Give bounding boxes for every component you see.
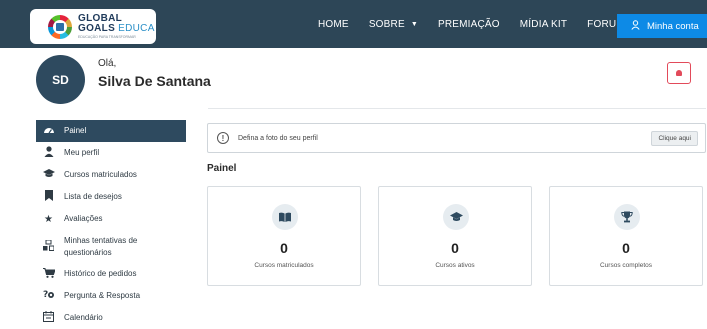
question-answer-icon: ? xyxy=(42,289,55,303)
sidebar-item-calendario[interactable]: Calendário xyxy=(36,307,186,329)
globe-logo-icon xyxy=(48,14,72,39)
bookmark-icon xyxy=(42,190,55,204)
avatar-initials: SD xyxy=(52,72,69,87)
user-name: Silva De Santana xyxy=(98,73,211,89)
sidebar-item-historico-pedidos[interactable]: Histórico de pedidos xyxy=(36,263,186,285)
trophy-icon xyxy=(614,204,640,230)
greeting-text: Olá, xyxy=(98,58,117,69)
top-navbar: GLOBAL GOALS EDUCA EDUCAÇÃO PARA TRANSFO… xyxy=(0,0,707,48)
nav-sobre-label: SOBRE xyxy=(368,18,405,30)
stat-card-completed: 0 Cursos completos xyxy=(549,186,703,286)
info-icon: ! xyxy=(217,132,229,144)
sidebar-item-lista-de-desejos[interactable]: Lista de desejos xyxy=(36,186,186,208)
nav-home-label: HOME xyxy=(318,18,349,30)
nav-midia-kit[interactable]: MÍDIA KIT xyxy=(520,19,567,30)
my-account-button[interactable]: Minha conta xyxy=(617,14,707,38)
sidebar-item-painel[interactable]: Painel xyxy=(36,120,186,142)
site-logo[interactable]: GLOBAL GOALS EDUCA EDUCAÇÃO PARA TRANSFO… xyxy=(30,9,156,44)
sidebar-item-label: Cursos matriculados xyxy=(64,170,137,180)
logo-text: GLOBAL GOALS EDUCA EDUCAÇÃO PARA TRANSFO… xyxy=(78,13,155,40)
book-open-icon xyxy=(272,204,298,230)
user-icon xyxy=(42,146,55,160)
sidebar-item-pergunta-resposta[interactable]: ? Pergunta & Resposta xyxy=(36,285,186,307)
stat-card-enrolled: 0 Cursos matriculados xyxy=(207,186,361,286)
sidebar-item-label: Lista de desejos xyxy=(64,192,122,202)
graduation-cap-icon xyxy=(42,169,55,181)
nav-premiacao[interactable]: PREMIAÇÃO xyxy=(438,19,500,30)
dashboard-sidebar: Painel Meu perfil Cursos matriculados Li… xyxy=(36,120,186,329)
sidebar-item-tentativas-questionarios[interactable]: Minhas tentativas de questionários xyxy=(36,230,186,263)
alert-text: Defina a foto do seu perfil xyxy=(238,134,318,142)
sidebar-item-label: Pergunta & Resposta xyxy=(64,291,141,301)
logo-educa: EDUCA xyxy=(118,22,155,34)
calendar-icon xyxy=(42,311,55,325)
nav-midia-kit-label: MÍDIA KIT xyxy=(519,18,568,30)
stat-value: 0 xyxy=(280,240,288,256)
header-divider xyxy=(208,108,706,109)
logo-line2: GOALS EDUCA xyxy=(78,22,155,34)
notifications-button[interactable] xyxy=(667,62,691,84)
my-account-label: Minha conta xyxy=(647,20,699,32)
cart-icon xyxy=(42,267,56,281)
stat-caption: Cursos matriculados xyxy=(254,262,314,269)
sidebar-item-label: Meu perfil xyxy=(64,148,100,158)
sidebar-item-label: Painel xyxy=(64,126,87,136)
logo-tagline: EDUCAÇÃO PARA TRANSFORMAR xyxy=(78,34,136,39)
sidebar-item-label: Minhas tentativas de questionários xyxy=(64,235,138,257)
main-nav: HOME SOBRE ▼ PREMIAÇÃO MÍDIA KIT FORUM xyxy=(318,0,645,48)
sidebar-item-avaliacoes[interactable]: ★ Avaliações xyxy=(36,208,186,230)
stat-value: 0 xyxy=(451,240,459,256)
star-icon: ★ xyxy=(44,213,53,225)
stat-value: 0 xyxy=(622,240,630,256)
sidebar-item-label: Avaliações xyxy=(64,214,103,224)
bell-icon xyxy=(676,70,682,76)
chevron-down-icon: ▼ xyxy=(410,20,418,28)
nav-sobre[interactable]: SOBRE ▼ xyxy=(369,19,418,30)
sidebar-item-meu-perfil[interactable]: Meu perfil xyxy=(36,142,186,164)
set-photo-button[interactable]: Clique aqui xyxy=(651,131,698,146)
quiz-attempts-icon xyxy=(42,239,55,254)
stat-caption: Cursos ativos xyxy=(435,262,475,269)
page-title: Painel xyxy=(207,163,237,174)
sidebar-item-cursos-matriculados[interactable]: Cursos matriculados xyxy=(36,164,186,186)
dashboard-icon xyxy=(42,125,55,138)
graduation-cap-icon xyxy=(443,204,469,230)
sidebar-item-label: Histórico de pedidos xyxy=(64,269,137,279)
svg-text:?: ? xyxy=(43,290,48,300)
nav-home[interactable]: HOME xyxy=(318,19,349,30)
stat-card-active: 0 Cursos ativos xyxy=(378,186,532,286)
avatar[interactable]: SD xyxy=(36,55,85,104)
stat-caption: Cursos completos xyxy=(599,262,653,269)
profile-photo-alert: ! Defina a foto do seu perfil Clique aqu… xyxy=(207,123,706,153)
logo-goals: GOALS xyxy=(78,22,116,34)
user-icon xyxy=(631,19,640,33)
sidebar-item-label: Calendário xyxy=(64,313,103,323)
nav-premiacao-label: PREMIAÇÃO xyxy=(437,18,500,30)
